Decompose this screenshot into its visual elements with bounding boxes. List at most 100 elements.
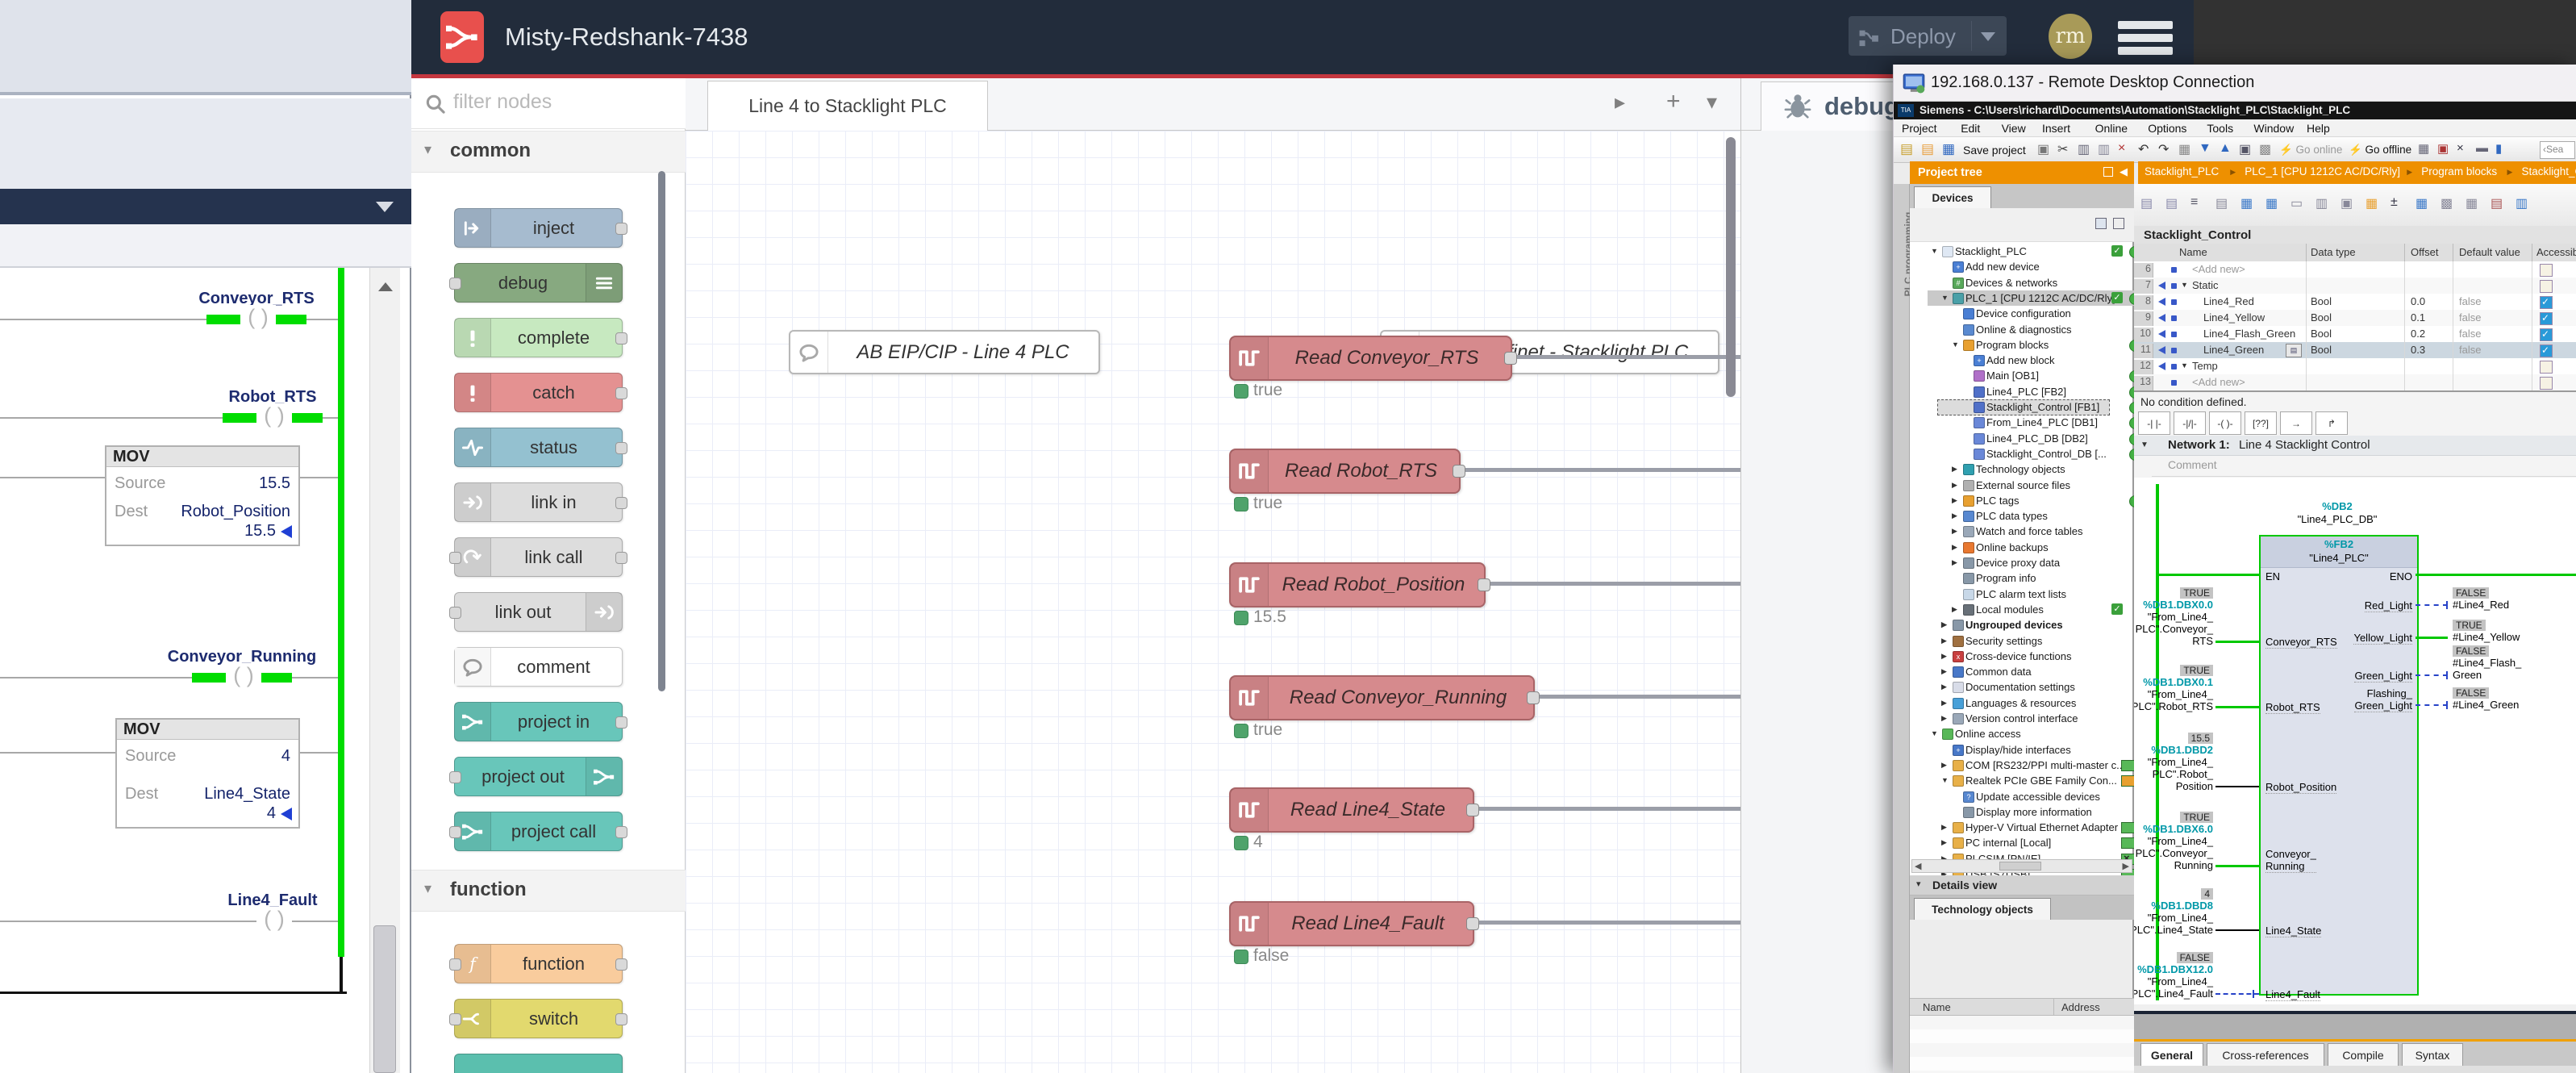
tree-hscrollbar[interactable]: ◀ ▶ [1911,859,2132,873]
menu-item-window[interactable]: Window [2253,122,2294,135]
node-input-port[interactable] [449,278,461,290]
editor-toolbar-icon-10[interactable]: ± [2391,195,2398,210]
type-picker-button[interactable]: ▤ [2286,344,2302,357]
ladder-canvas[interactable]: Conveyor_RTS( )Robot_RTS( )Conveyor_Runn… [0,268,369,1073]
tree-item-com-rs232-ppi-multi-master-c-[interactable]: ▶COM [RS232/PPI multi-master c...? [1928,758,2134,773]
table-col-accessib[interactable]: Accessib [2536,246,2576,258]
toolbar-icon-b6[interactable]: ↷ [2158,141,2169,157]
scroll-right-icon[interactable]: ▶ [2123,861,2129,871]
tree-item-hyper-v-virtual-ethernet-adapter[interactable]: ▶Hyper-V Virtual Ethernet Adapter [1928,820,2134,835]
tree-item-device-proxy-data[interactable]: ▶Device proxy data [1928,555,2134,570]
table-col-data-type[interactable]: Data type [2311,246,2356,258]
node-output-port[interactable] [615,958,627,971]
input-pin-Conveyor_RTS[interactable]: Conveyor_RTS [2265,636,2337,649]
mov-instruction-block[interactable]: MOVSource15.5DestRobot_Position15.5 [105,445,300,546]
output-coil-symbol[interactable]: ( ) [256,907,292,933]
menu-item-edit[interactable]: Edit [1961,122,1980,135]
flow-node-read-robot_rts[interactable]: Read Robot_RTS [1229,449,1461,494]
menu-item-tools[interactable]: Tools [2207,122,2233,135]
panel-detach-icon[interactable] [2103,167,2113,177]
toolbar-icon-b8[interactable]: ▼ [2199,141,2211,156]
node-input-port[interactable] [449,607,461,619]
tia-title-bar[interactable]: TIA Siemens - C:\Users\richard\Documents… [1894,102,2576,119]
input-operand[interactable]: 15.5%DB1.DBD2"From_Line4_PLC".Robot_Posi… [2134,732,2213,792]
project-tree-header[interactable]: Project tree ◀ [1910,161,2134,184]
tree-item-main-ob1-[interactable]: Main [OB1] [1928,368,2134,383]
tree-item-add-new-device[interactable]: +Add new device [1928,259,2134,274]
tab-line4-to-stacklight-plc[interactable]: Line 4 to Stacklight PLC [707,81,988,131]
node-output-port[interactable] [1527,691,1540,704]
hamburger-icon[interactable] [2118,21,2173,55]
output-pin-Yellow_Light[interactable]: Yellow_Light [2353,632,2412,645]
go-offline-button[interactable]: ⚡ Go offline [2349,144,2411,157]
rdp-title-bar[interactable]: 192.168.0.137 - Remote Desktop Connectio… [1894,65,2576,102]
accessible-checkbox[interactable] [2540,377,2553,390]
palette-section-common[interactable]: ▾common [411,131,686,173]
table-row-13[interactable]: 13<Add new> [2134,374,2576,391]
tree-item-plc-alarm-text-lists[interactable]: PLC alarm text lists [1928,587,2134,602]
lad-symbol-4[interactable]: → [2280,411,2312,435]
menu-item-online[interactable]: Online [2095,122,2128,135]
palette-node-link-call[interactable]: link call [454,537,623,577]
tab-syntax[interactable]: Syntax [2402,1043,2463,1067]
ladder-titlebar-chevron-down-icon[interactable] [376,202,394,212]
output-pin-Green_Light[interactable]: Green_Light [2354,670,2412,683]
table-row-10[interactable]: 10Line4_Flash_GreenBool0.2false✓ [2134,326,2576,343]
tree-collapse-icon[interactable]: ▼ [1931,247,1938,255]
input-pin-Line4_State[interactable]: Line4_State [2265,925,2321,937]
tree-item-device-configuration[interactable]: Device configuration [1928,306,2134,321]
canvas-vscroll-thumb[interactable] [1726,137,1736,397]
tree-item-watch-and-force-tables[interactable]: ▶Watch and force tables [1928,524,2134,539]
tree-item-program-info[interactable]: Program info [1928,570,2134,586]
flow-node-read-conveyor_running[interactable]: Read Conveyor_Running [1229,675,1535,720]
network-header[interactable]: ▼Network 1:Line 4 Stacklight Control [2134,436,2576,456]
palette-node-debug[interactable]: debug [454,263,623,303]
tab-cross-references[interactable]: Cross-references [2207,1043,2324,1067]
palette-search[interactable]: filter nodes [411,78,686,129]
output-operand[interactable]: FALSE#Line4_Flash_Green [2453,645,2574,681]
mov-instruction-block[interactable]: MOVSource4DestLine4_State4 [115,718,300,829]
tree-collapse-icon[interactable]: ▼ [1931,729,1938,737]
output-coil-symbol[interactable]: ( ) [226,663,261,689]
group-collapse-icon[interactable]: ▼ [2181,361,2188,369]
tree-collapse-icon[interactable]: ▼ [1941,294,1949,302]
tree-item-realtek-pcie-gbe-family-con-[interactable]: ▼Realtek PCIe GBE Family Con... [1928,773,2134,788]
tree-item-program-blocks[interactable]: ▼Program blocks [1928,337,2134,353]
tree-item-online-backups[interactable]: ▶Online backups [1928,540,2134,555]
palette-node-complete[interactable]: complete [454,318,623,357]
palette-node-inject[interactable]: inject [454,208,623,248]
node-input-port[interactable] [449,958,461,971]
node-output-port[interactable] [615,716,627,729]
tree-item-ungrouped-devices[interactable]: ▶Ungrouped devices [1928,617,2134,633]
flow-node-read-line4_fault[interactable]: Read Line4_Fault [1229,901,1474,946]
tree-view-icon[interactable] [2095,218,2107,229]
toolbar-icon-b11[interactable]: ▩ [2259,141,2271,157]
editor-toolbar-icon-4[interactable]: ▦ [2240,195,2253,211]
tree-expand-icon[interactable]: ▶ [1941,714,1947,723]
editor-toolbar-icon-1[interactable]: ▤ [2165,195,2178,211]
accessible-checkbox[interactable]: ✓ [2540,328,2553,341]
palette-node-function[interactable]: ffunction [454,944,623,983]
breadcrumb-item[interactable]: Stacklight_Co [2522,165,2576,177]
toolbar-icon-c1[interactable]: ▣ [2437,141,2449,156]
menu-item-options[interactable]: Options [2148,122,2186,135]
editor-toolbar-icon-13[interactable]: ▦ [2466,195,2478,211]
toolbar-icon-b7[interactable]: ▦ [2178,141,2190,157]
toolbar-icon-b2[interactable]: ▥ [2078,141,2090,157]
toolbar-icon-b5[interactable]: ↶ [2138,141,2149,157]
node-output-port[interactable] [615,497,627,509]
palette-node-project-out[interactable]: project out [454,757,623,796]
input-pin-Line4_Fault[interactable]: Line4_Fault [2265,988,2320,1001]
accessible-checkbox[interactable] [2540,280,2553,293]
lad-canvas[interactable]: %DB2"Line4_PLC_DB"%FB2"Line4_PLC"ENENOCo… [2134,478,2576,1004]
table-row-6[interactable]: 6<Add new> [2134,261,2576,278]
tree-item-stacklight-control-db-[interactable]: Stacklight_Control_DB [... [1928,446,2134,461]
node-output-port[interactable] [615,223,627,235]
plc-programming-side-strip[interactable]: PLC programming [1894,184,1910,1073]
tree-item-security-settings[interactable]: ▶Security settings [1928,633,2134,649]
scroll-up-icon[interactable] [378,282,393,291]
toolbar-icon-b0[interactable]: ▣ [2037,141,2049,157]
avatar[interactable]: rm [2049,14,2092,59]
toolbar-icon-c4[interactable]: ▮ [2495,141,2502,156]
panel-collapse-icon[interactable]: ◀ [2120,165,2128,178]
